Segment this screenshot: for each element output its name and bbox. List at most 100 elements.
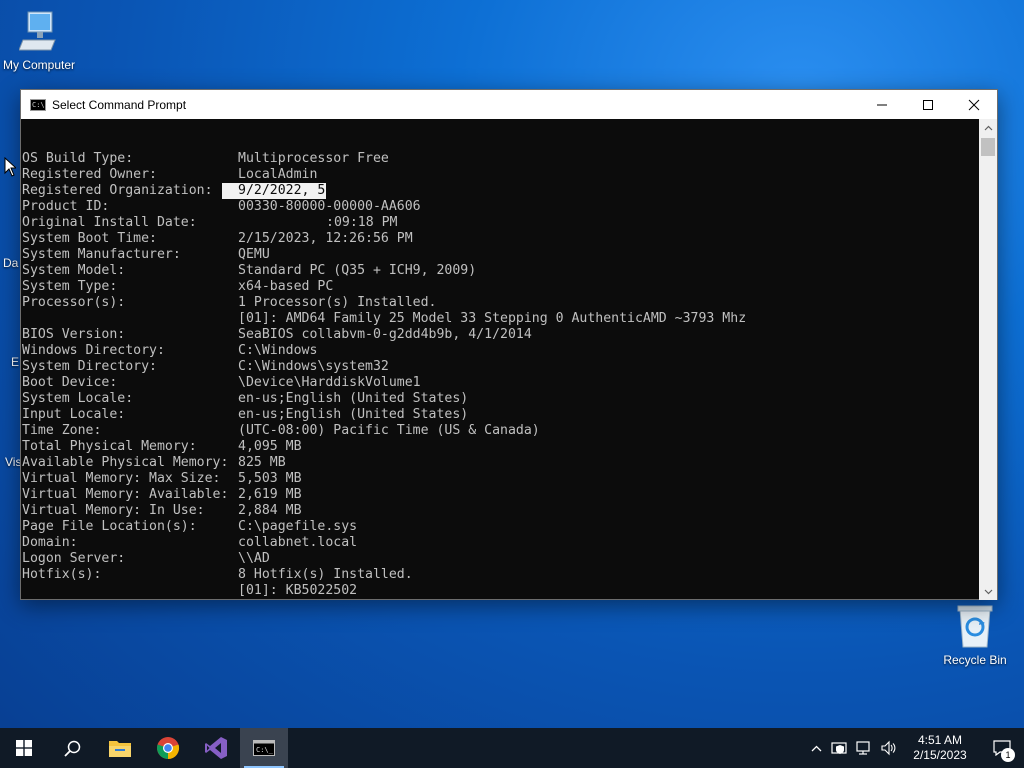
cmd-icon: C:\_: [253, 740, 275, 756]
taskbar-clock[interactable]: 4:51 AM 2/15/2023: [900, 733, 980, 763]
console-line-key: Input Locale:: [22, 407, 126, 422]
console-line-key: System Directory:: [22, 359, 157, 374]
desktop-icon-recycle-bin[interactable]: Recycle Bin: [933, 603, 1017, 667]
console-line: Domain: collabnet.local: [21, 535, 980, 551]
close-button[interactable]: [951, 90, 997, 119]
console-line-value: [02]: KB5003791: [238, 599, 357, 600]
vertical-scrollbar[interactable]: [979, 119, 997, 600]
console-output[interactable]: OS Build Type: Multiprocessor Free Registe…: [21, 119, 980, 600]
console-line-value: x64-based PC: [238, 279, 334, 294]
console-line-key: System Boot Time:: [22, 231, 157, 246]
desktop-label-partial-1[interactable]: Da: [3, 256, 18, 270]
close-icon: [968, 99, 980, 110]
console-line-value: \Device\HarddiskVolume1: [238, 375, 421, 390]
maximize-button[interactable]: [905, 90, 951, 119]
console-line-key: Virtual Memory: In Use:: [22, 503, 205, 518]
console-line-value: Multiprocessor Free: [238, 151, 389, 166]
notification-count-badge: 1: [1001, 748, 1015, 762]
mouse-cursor-icon: [4, 157, 16, 177]
console-line-key: BIOS Version:: [22, 327, 126, 342]
console-line: Total Physical Memory: 4,095 MB: [21, 439, 980, 455]
console-line-value: \\AD: [238, 551, 270, 566]
console-line: [01]: AMD64 Family 25 Model 33 Stepping …: [21, 311, 980, 327]
console-line-value: LocalAdmin: [238, 167, 318, 182]
console-line-value: 1 Processor(s) Installed.: [238, 295, 437, 310]
volume-tray-button[interactable]: [876, 728, 900, 768]
scroll-down-button[interactable]: [979, 583, 997, 600]
show-hidden-icons-button[interactable]: [804, 728, 828, 768]
selected-text: 9/2/2022, 5: [238, 183, 326, 198]
console-line-key: OS Build Type:: [22, 151, 134, 166]
network-tray-button[interactable]: [852, 728, 876, 768]
search-button[interactable]: [48, 728, 96, 768]
my-computer-label: My Computer: [2, 58, 76, 72]
window-controls: [859, 90, 997, 119]
console-line-key: Original Install Date:: [22, 215, 197, 230]
console-line-value: C:\Windows: [238, 343, 318, 358]
svg-text:C:\_: C:\_: [256, 746, 274, 754]
console-line-key: Hotfix(s):: [22, 567, 102, 582]
windows-logo-icon: [16, 740, 32, 756]
start-button[interactable]: [0, 728, 48, 768]
console-line: Windows Directory: C:\Windows: [21, 343, 980, 359]
maximize-icon: [923, 99, 933, 110]
console-line: System Model: Standard PC (Q35 + ICH9, 20…: [21, 263, 980, 279]
taskbar-file-explorer[interactable]: [96, 728, 144, 768]
console-line-key: Virtual Memory: Available:: [22, 487, 229, 502]
desktop-label-partial-2[interactable]: E: [11, 355, 19, 369]
console-line: Virtual Memory: Available: 2,619 MB: [21, 487, 980, 503]
console-line-value: Standard PC (Q35 + ICH9, 2009): [238, 263, 477, 278]
console-line-value: 4,095 MB: [238, 439, 302, 454]
console-line-key: System Model:: [22, 263, 126, 278]
console-line: System Boot Time: 2/15/2023, 12:26:56 PM: [21, 231, 980, 247]
console-line: Virtual Memory: In Use: 2,884 MB: [21, 503, 980, 519]
console-line-value: :09:18 PM: [326, 215, 398, 230]
console-line-value: collabnet.local: [238, 535, 358, 550]
console-line-key: Virtual Memory: Max Size:: [22, 471, 221, 486]
console-line-key: Total Physical Memory:: [22, 439, 197, 454]
action-center-button[interactable]: 1: [980, 728, 1024, 768]
console-line-key: Logon Server:: [22, 551, 126, 566]
taskbar-command-prompt[interactable]: C:\_: [240, 728, 288, 768]
console-line: Product ID: 00330-80000-00000-AA606: [21, 199, 980, 215]
console-line-value: 2/15/2023, 12:26:56 PM: [238, 231, 413, 246]
console-line: Original Install Date: :09:18 PM: [21, 215, 980, 231]
console-line-key: Windows Directory:: [22, 343, 165, 358]
cmd-app-icon: C:\: [30, 98, 46, 111]
taskbar-chrome[interactable]: [144, 728, 192, 768]
scroll-up-button[interactable]: [979, 119, 997, 136]
console-line: Logon Server: \\AD: [21, 551, 980, 567]
scroll-thumb[interactable]: [981, 138, 995, 156]
console-line-value: C:\pagefile.sys: [238, 519, 358, 534]
text-selection: 9/2/2022, 5: [222, 183, 326, 199]
window-titlebar[interactable]: C:\ Select Command Prompt: [21, 90, 997, 119]
window-title: Select Command Prompt: [52, 97, 187, 112]
desktop-icon-my-computer[interactable]: My Computer: [0, 10, 81, 72]
computer-icon: [19, 11, 56, 51]
console-line-key: System Locale:: [22, 391, 134, 406]
console-line-value: 2,619 MB: [238, 487, 302, 502]
console-line: System Directory: C:\Windows\system32: [21, 359, 980, 375]
console-line-key: System Type:: [22, 279, 118, 294]
console-line-value: [01]: AMD64 Family 25 Model 33 Stepping …: [238, 311, 747, 326]
console-line-key: Time Zone:: [22, 423, 102, 438]
console-line-value: 825 MB: [238, 455, 286, 470]
console-line: Boot Device: \Device\HarddiskVolume1: [21, 375, 980, 391]
desktop-label-partial-3[interactable]: Vis: [5, 455, 21, 469]
console-line-value: en-us;English (United States): [238, 407, 469, 422]
console-line-value: C:\Windows\system32: [238, 359, 389, 374]
taskbar-visual-studio[interactable]: [192, 728, 240, 768]
visual-studio-icon: [205, 737, 227, 759]
console-line: [01]: KB5022502: [21, 583, 980, 599]
command-prompt-window[interactable]: C:\ Select Command Prompt OS Build Type:…: [20, 89, 998, 600]
console-line-key: Domain:: [22, 535, 78, 550]
console-line: Page File Location(s): C:\pagefile.sys: [21, 519, 980, 535]
console-line-value: SeaBIOS collabvm-0-g2dd4b9b, 4/1/2014: [238, 327, 532, 342]
console-line-key: Available Physical Memory:: [22, 455, 229, 470]
security-tray-button[interactable]: [828, 728, 852, 768]
console-line-value: 5,503 MB: [238, 471, 302, 486]
console-line: Processor(s): 1 Processor(s) Installed.: [21, 295, 980, 311]
chevron-down-icon: [984, 589, 992, 594]
minimize-button[interactable]: [859, 90, 905, 119]
console-line-value: [01]: KB5022502: [238, 583, 358, 598]
